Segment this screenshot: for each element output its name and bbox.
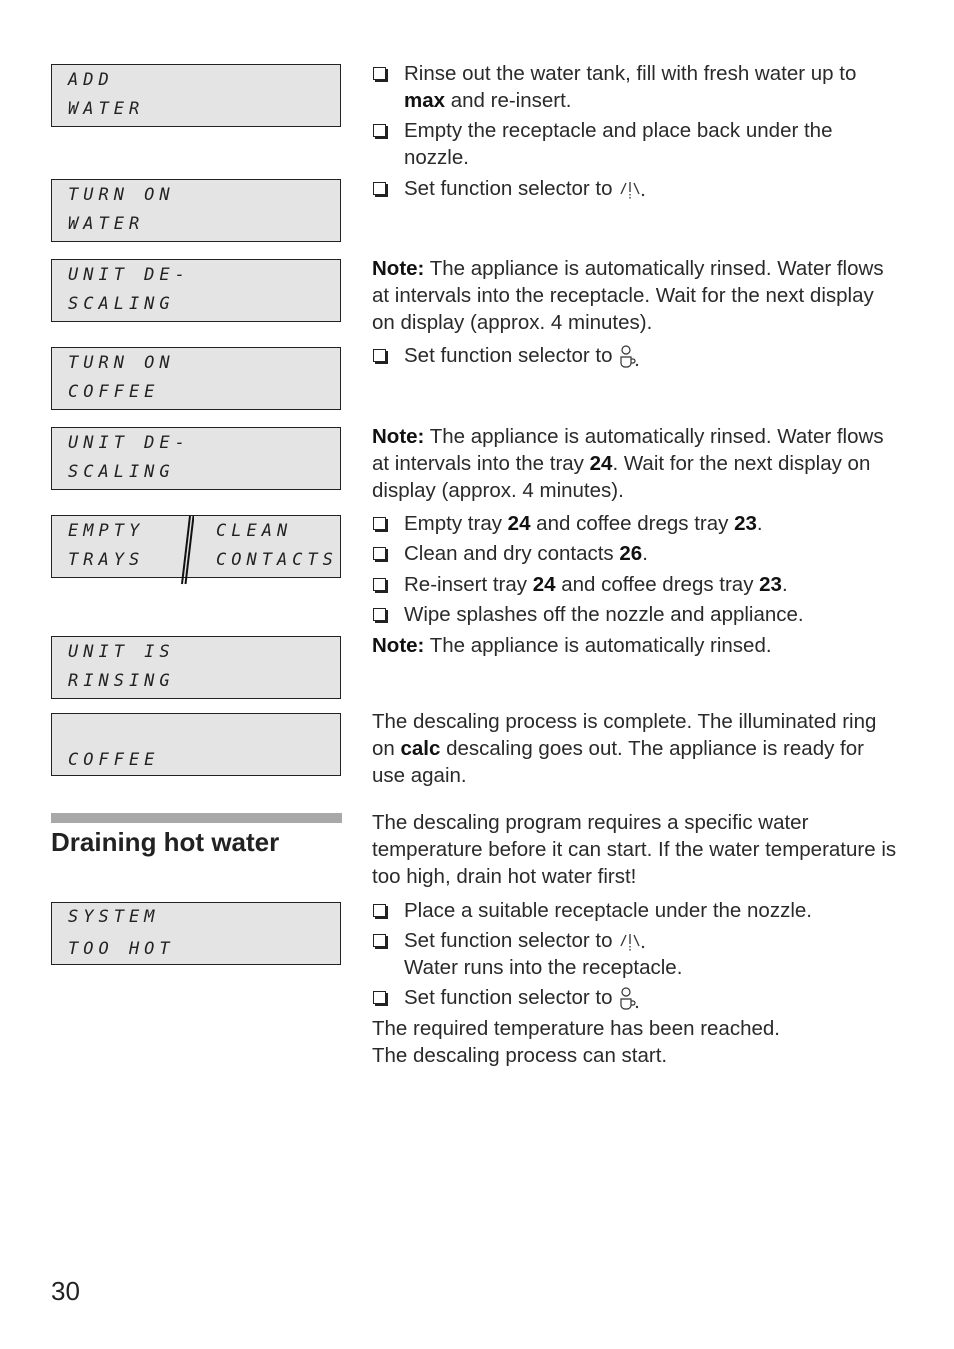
lcd-empty-trays-clean-contacts: EMPTY TRAYS CLEAN CONTACTS <box>51 515 341 585</box>
step-reinsert-trays: Re-insert tray 24 and coffee dregs tray … <box>372 571 892 598</box>
lcd-unit-descaling: UNIT DE- SCALING <box>51 259 341 322</box>
step-text: Set function selector to <box>404 177 613 200</box>
checkbox-icon <box>373 608 386 621</box>
lcd-line: TURN ON <box>68 353 175 373</box>
coffee-cup-icon <box>620 986 639 1010</box>
checkbox-icon <box>373 547 386 560</box>
step-text: Place a suitable receptacle under the no… <box>404 899 812 922</box>
bold-term: 24 <box>589 452 613 475</box>
bold-term: calc <box>400 737 441 760</box>
temperature-reached-text: The required temperature has been reache… <box>372 1015 902 1069</box>
bold-term: 26 <box>619 542 643 565</box>
lcd-line: CLEAN <box>216 521 293 541</box>
body-text: The descaling process can start. <box>372 1044 668 1067</box>
lcd-add-water: ADD WATER <box>51 64 341 127</box>
section-rule <box>51 813 342 823</box>
checkbox-icon <box>373 124 386 137</box>
lcd-turn-on-water: TURN ON WATER <box>51 179 341 242</box>
step-text: Set function selector to <box>404 344 613 367</box>
body-text: descaling goes out. The appliance is rea… <box>372 737 864 787</box>
checkbox-icon <box>373 904 386 917</box>
lcd-unit-is-rinsing: UNIT IS RINSING <box>51 636 341 699</box>
step-text: Empty tray <box>404 512 508 535</box>
step-text: Re-insert tray <box>404 573 533 596</box>
bold-term: 23 <box>734 512 757 535</box>
note-rinse-tray: Note: The appliance is automatically rin… <box>372 423 902 504</box>
lcd-line: SCALING <box>68 462 175 482</box>
checkbox-icon <box>373 578 386 591</box>
step-clean-contacts: Clean and dry contacts 26. <box>372 540 892 567</box>
lcd-line: CONTACTS <box>216 550 338 570</box>
note-text: The appliance is automatically rinsed. <box>424 634 772 657</box>
bold-term: 24 <box>532 573 556 596</box>
checkbox-icon <box>373 182 386 195</box>
drain-intro-text: The descaling program requires a specifi… <box>372 811 897 888</box>
section-heading: Draining hot water <box>51 827 280 857</box>
lcd-line: WATER <box>68 99 145 119</box>
lcd-line: EMPTY <box>68 521 145 541</box>
step-text: Clean and dry contacts <box>404 542 620 565</box>
lcd-line: UNIT DE- <box>68 433 190 453</box>
step-text: Wipe splashes off the nozzle and applian… <box>404 603 804 626</box>
body-text: The required temperature has been reache… <box>372 1017 780 1040</box>
step-text: . <box>756 512 763 535</box>
lcd-line: UNIT DE- <box>68 265 190 285</box>
page-number: 30 <box>51 1276 80 1306</box>
step-subtext: Water runs into the receptacle. <box>404 956 683 979</box>
note-auto-rinse: Note: The appliance is automatically rin… <box>372 632 902 659</box>
checkbox-icon <box>373 349 386 362</box>
note-label: Note: <box>372 425 425 448</box>
lcd-turn-on-coffee: TURN ON COFFEE <box>51 347 341 410</box>
lcd-line: SYSTEM <box>68 907 160 927</box>
lcd-line: RINSING <box>68 671 175 691</box>
step-set-selector-coffee: Set function selector to <box>372 342 892 370</box>
bold-term: 23 <box>759 573 782 596</box>
note-label: Note: <box>372 634 425 657</box>
lcd-line: WATER <box>68 214 145 234</box>
lcd-system-too-hot: SYSTEM TOO HOT <box>51 902 341 965</box>
step-empty-receptacle: Empty the receptacle and place back unde… <box>372 117 892 171</box>
lcd-line: COFFEE <box>68 750 160 770</box>
lcd-coffee: COFFEE <box>51 713 341 776</box>
lcd-line: TOO HOT <box>68 939 175 959</box>
lcd-unit-descaling-2: UNIT DE- SCALING <box>51 427 341 490</box>
step-text: Set function selector to <box>404 986 613 1009</box>
checkbox-icon <box>373 67 386 80</box>
checkbox-icon <box>373 991 386 1004</box>
descaling-complete-text: The descaling process is complete. The i… <box>372 708 902 789</box>
coffee-cup-icon <box>620 344 639 368</box>
step-text: Rinse out the water tank, fill with fres… <box>404 62 857 85</box>
step-text: . <box>781 573 788 596</box>
checkbox-icon <box>373 934 386 947</box>
hot-water-icon <box>620 181 645 199</box>
step-wipe-splashes: Wipe splashes off the nozzle and applian… <box>372 601 892 628</box>
lcd-line: TURN ON <box>68 185 175 205</box>
step-set-selector-water: Set function selector to <box>372 175 892 202</box>
lcd-line: TRAYS <box>68 550 145 570</box>
lcd-line: SCALING <box>68 294 175 314</box>
step-drain-set-selector-coffee: Set function selector to <box>372 984 892 1012</box>
lcd-line: COFFEE <box>68 382 160 402</box>
checkbox-icon <box>373 517 386 530</box>
note-label: Note: <box>372 257 425 280</box>
note-rinse-receptacle: Note: The appliance is automatically rin… <box>372 255 902 336</box>
step-text: Empty the receptacle and place back unde… <box>404 119 833 169</box>
step-text: . <box>642 542 648 565</box>
lcd-line: ADD <box>68 70 114 90</box>
step-place-receptacle: Place a suitable receptacle under the no… <box>372 897 892 924</box>
step-text: and re-insert. <box>445 89 572 112</box>
step-text: Set function selector to <box>404 929 613 952</box>
bold-term: 24 <box>507 512 531 535</box>
step-drain-set-selector-water: Set function selector to Water runs into… <box>372 927 892 981</box>
step-rinse-tank: Rinse out the water tank, fill with fres… <box>372 60 892 114</box>
step-text: and coffee dregs tray <box>555 573 760 596</box>
alternating-divider-icon <box>181 515 194 585</box>
step-text: and coffee dregs tray <box>530 512 735 535</box>
hot-water-icon <box>620 933 645 951</box>
lcd-line: UNIT IS <box>68 642 175 662</box>
bold-term: max <box>404 89 446 112</box>
note-text: The appliance is automatically rinsed. W… <box>372 257 884 334</box>
step-empty-trays: Empty tray 24 and coffee dregs tray 23. <box>372 510 892 537</box>
